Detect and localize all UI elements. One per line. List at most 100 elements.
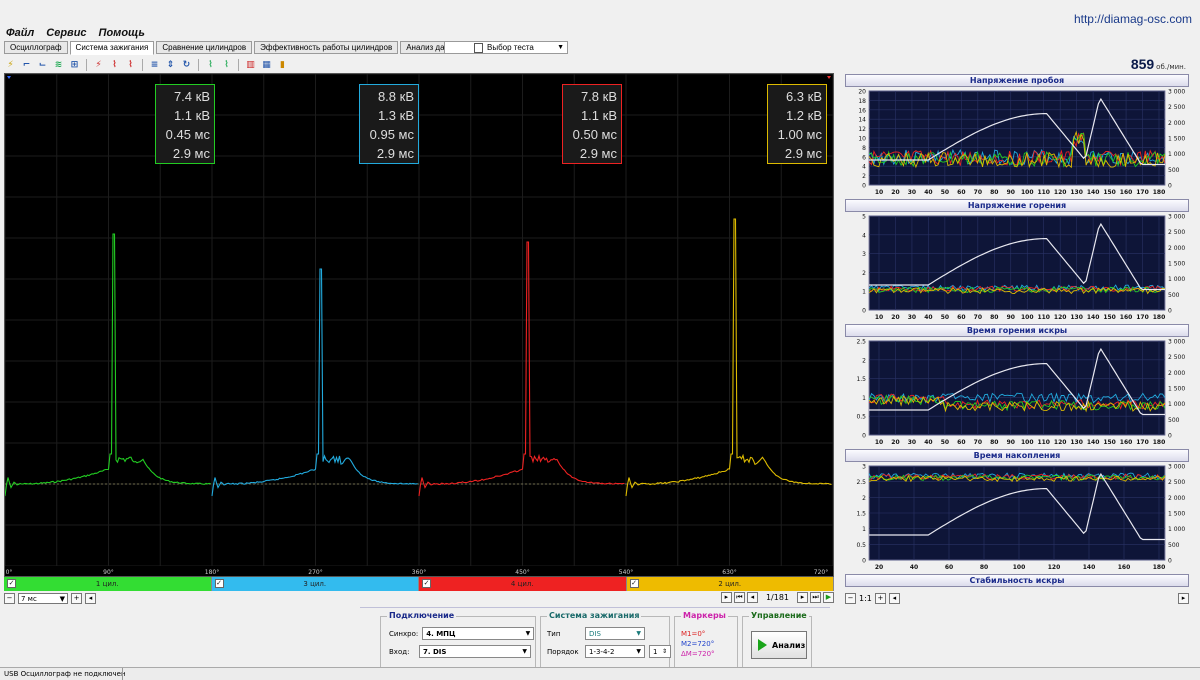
- tab-ignition-system[interactable]: Система зажигания: [69, 41, 155, 55]
- checkbox-checked-icon[interactable]: ✓: [214, 579, 224, 588]
- next-frame-icon[interactable]: ▸: [797, 592, 808, 603]
- splitter[interactable]: [360, 607, 830, 610]
- cylinder-1-toggle[interactable]: ✓ 1 цил.: [4, 577, 212, 591]
- cylinder-4-toggle[interactable]: ✓ 4 цил.: [419, 577, 627, 591]
- menu-service[interactable]: Сервис: [46, 27, 86, 41]
- x-tick-label: 150: [1103, 439, 1116, 446]
- menu-file[interactable]: Файл: [6, 27, 34, 41]
- lines-icon[interactable]: ≡: [148, 58, 161, 71]
- checkbox-checked-icon[interactable]: ✓: [7, 579, 16, 588]
- sync-select[interactable]: 4. МПЦ ▼: [422, 627, 535, 640]
- order-value: 1-3-4-2: [589, 647, 615, 656]
- oscilloscope-view[interactable]: 0° 90° 180° 270° 360° 450° 540° 630° 720° 7.4 кВ…: [4, 73, 834, 577]
- last-frame-icon[interactable]: ⏭: [810, 592, 821, 603]
- order-label: Порядок: [547, 647, 579, 656]
- document-icon: [474, 43, 483, 53]
- x-tick-label: 130: [1070, 189, 1083, 196]
- cycle-icon[interactable]: ↻: [180, 58, 193, 71]
- y-tick-label: 12: [858, 126, 866, 133]
- x-tick-label: 120: [1054, 439, 1067, 446]
- firing-order-select[interactable]: 1-3-4-2 ▼: [585, 645, 645, 658]
- scroll-left-icon[interactable]: ◂: [85, 593, 96, 604]
- analyze-button[interactable]: Анализ: [751, 631, 807, 659]
- y-tick-label: 18: [858, 98, 866, 105]
- prev-frame-icon[interactable]: ◂: [746, 592, 758, 603]
- checkbox-checked-icon[interactable]: ✓: [422, 579, 431, 588]
- tab-oscilloscope[interactable]: Осциллограф: [4, 41, 68, 54]
- type-select[interactable]: DIS ▼: [585, 627, 645, 640]
- y2-tick-label: 500: [1168, 292, 1180, 299]
- axis-tick-label: 90°: [103, 569, 114, 576]
- stack-icon[interactable]: ≋: [52, 58, 65, 71]
- y2-tick-label: 3 000: [1168, 214, 1185, 221]
- cylinder-label: 3 цил.: [303, 580, 327, 588]
- x-tick-label: 180: [1153, 564, 1166, 571]
- edge-rise-icon[interactable]: ⌐: [20, 58, 33, 71]
- spark-c-icon[interactable]: ⌇: [124, 58, 137, 71]
- play-icon[interactable]: ▶: [823, 592, 834, 603]
- y-tick-label: 16: [858, 107, 866, 114]
- scroll-right-icon[interactable]: ▸: [720, 592, 732, 603]
- scroll-right-icon[interactable]: ▸: [1178, 593, 1189, 604]
- wave-b-icon[interactable]: ⌇: [220, 58, 233, 71]
- x-tick-label: 110: [1037, 439, 1050, 446]
- test-select-dropdown[interactable]: Выбор теста ▼: [444, 41, 568, 54]
- zoom-level: 1:1: [859, 594, 872, 603]
- cylinder-3-toggle[interactable]: ✓ 3 цил.: [211, 577, 419, 591]
- histogram-icon[interactable]: ▮: [276, 58, 289, 71]
- y2-tick-label: 0: [1168, 308, 1172, 315]
- compress-icon[interactable]: ⇕: [164, 58, 177, 71]
- wave-a-icon[interactable]: ⌇: [204, 58, 217, 71]
- zoom-out-icon[interactable]: −: [4, 593, 15, 604]
- x-tick-label: 30: [908, 314, 916, 321]
- x-tick-label: 100: [1021, 439, 1034, 446]
- spark-burn-time-chart[interactable]: 2.521.510.503 0002 5002 0001 5001 000500…: [845, 337, 1189, 449]
- tab-cylinder-efficiency[interactable]: Эффективность работы цилиндров: [254, 41, 399, 54]
- edge-fall-icon[interactable]: ⌙: [36, 58, 49, 71]
- cylinder-2-toggle[interactable]: ✓ 2 цил.: [626, 577, 834, 591]
- cylinder-2-readout: 6.3 кВ 1.2 кВ 1.00 мс 2.9 мс: [767, 84, 827, 164]
- order-spinner[interactable]: 1 ⇕: [649, 645, 671, 658]
- y-tick-label: 0: [862, 308, 866, 315]
- tab-cylinder-comparison[interactable]: Сравнение цилиндров: [156, 41, 253, 54]
- burn-voltage-chart[interactable]: 5432103 0002 5002 0001 5001 000500010 20 3…: [845, 212, 1189, 324]
- y2-tick-label: 2 000: [1168, 120, 1185, 127]
- y2-tick-label: 2 500: [1168, 479, 1185, 486]
- parade-icon[interactable]: ⊞: [68, 58, 81, 71]
- y-tick-label: 0: [862, 433, 866, 440]
- x-tick-label: 170: [1136, 189, 1149, 196]
- breakdown-voltage-chart[interactable]: 201816141210864203 0002 5002 0001 5001 0…: [845, 87, 1189, 199]
- burn-voltage: 1.1 кВ: [173, 108, 210, 123]
- cylinder-3-readout: 8.8 кВ 1.3 кВ 0.95 мс 2.9 мс: [359, 84, 419, 164]
- cylinder-1-readout: 7.4 кВ 1.1 кВ 0.45 мс 2.9 мс: [155, 84, 215, 164]
- burn-voltage: 1.2 кВ: [785, 108, 822, 123]
- x-tick-label: 110: [1037, 189, 1050, 196]
- zoom-in-icon[interactable]: +: [874, 593, 886, 604]
- website-url[interactable]: http://diamag-osc.com: [1074, 12, 1192, 26]
- menu-help[interactable]: Помощь: [99, 27, 145, 41]
- dwell-time-chart[interactable]: 3 2.5 2 1.5 1 0.5 0 3 000 2 500 2 000 1 500 1 000 50…: [845, 462, 1189, 574]
- scroll-left-icon[interactable]: ◂: [888, 593, 900, 604]
- zoom-in-icon[interactable]: +: [71, 593, 82, 604]
- x-tick-label: 120: [1048, 564, 1061, 571]
- y2-tick-label: 500: [1168, 167, 1180, 174]
- spark-b-icon[interactable]: ⌇: [108, 58, 121, 71]
- connection-status: USB Осциллограф не подключен: [4, 670, 126, 678]
- panel-title[interactable]: Стабильность искры: [845, 574, 1189, 587]
- pulse-up-icon[interactable]: ⚡: [4, 58, 17, 71]
- bars-icon[interactable]: ▥: [244, 58, 257, 71]
- y2-tick-label: 0: [1168, 183, 1172, 190]
- y-tick-label: 1: [862, 526, 866, 533]
- plot-area: [868, 340, 1166, 436]
- checkbox-checked-icon[interactable]: ✓: [629, 579, 639, 588]
- spark-a-icon[interactable]: ⚡: [92, 58, 105, 71]
- dwell-time: 2.9 мс: [579, 146, 617, 161]
- y2-tick-label: 1 500: [1168, 261, 1185, 268]
- waveform-trace: [5, 233, 211, 497]
- grid-icon[interactable]: ▦: [260, 58, 273, 71]
- time-scale-select[interactable]: 7 мс ▼: [18, 593, 68, 604]
- y-tick-label: 20: [858, 89, 866, 96]
- first-frame-icon[interactable]: ⏮: [733, 592, 745, 603]
- zoom-out-icon[interactable]: −: [845, 593, 856, 604]
- input-select[interactable]: 7. DIS ▼: [419, 645, 531, 658]
